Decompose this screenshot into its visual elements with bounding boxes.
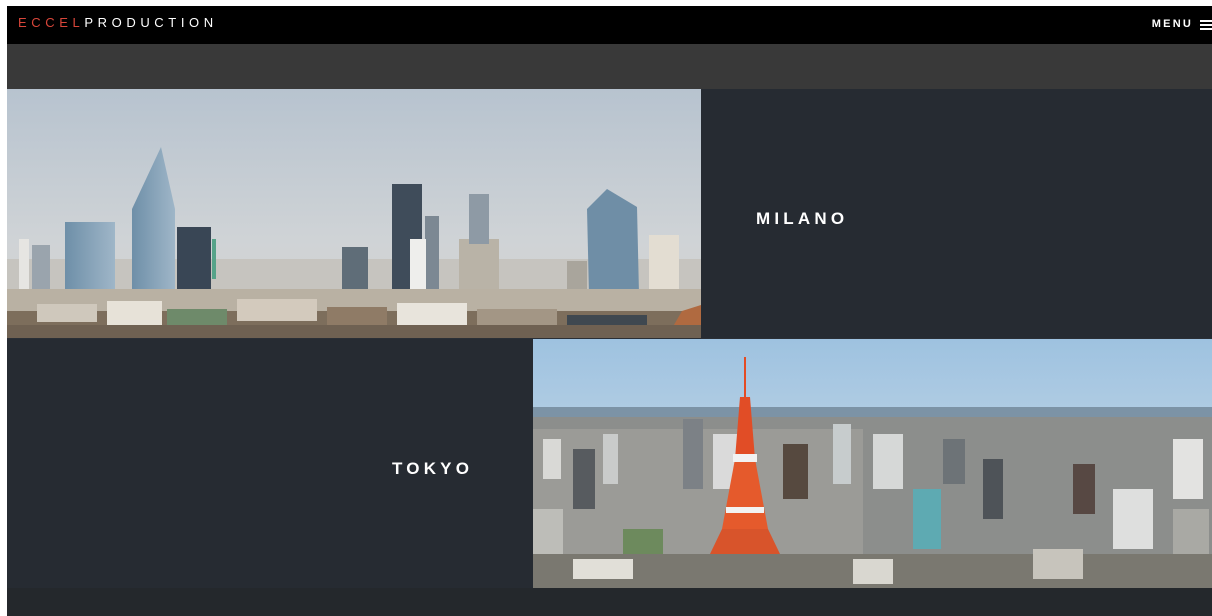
menu-label: MENU [1151,18,1193,30]
page: ECCELPRODUCTION MENU MILANO TOKYO [7,6,1212,616]
brand-main-text: PRODUCTION [84,15,218,30]
brand-accent-text: ECCEL [18,15,85,30]
top-navigation-bar: ECCELPRODUCTION MENU [7,6,1212,44]
city-card-milano[interactable]: MILANO [7,89,1212,338]
milano-skyline-photo [7,89,701,338]
footer-band [7,588,1212,616]
city-card-tokyo[interactable]: TOKYO [7,339,1212,588]
city-title-milano: MILANO [756,209,849,228]
brand-logo[interactable]: ECCELPRODUCTION [18,15,218,30]
hamburger-icon [1200,19,1212,30]
city-title-tokyo: TOKYO [392,459,474,478]
menu-button[interactable]: MENU [1152,18,1212,30]
header-band [7,44,1212,89]
tokyo-skyline-photo [533,339,1212,588]
